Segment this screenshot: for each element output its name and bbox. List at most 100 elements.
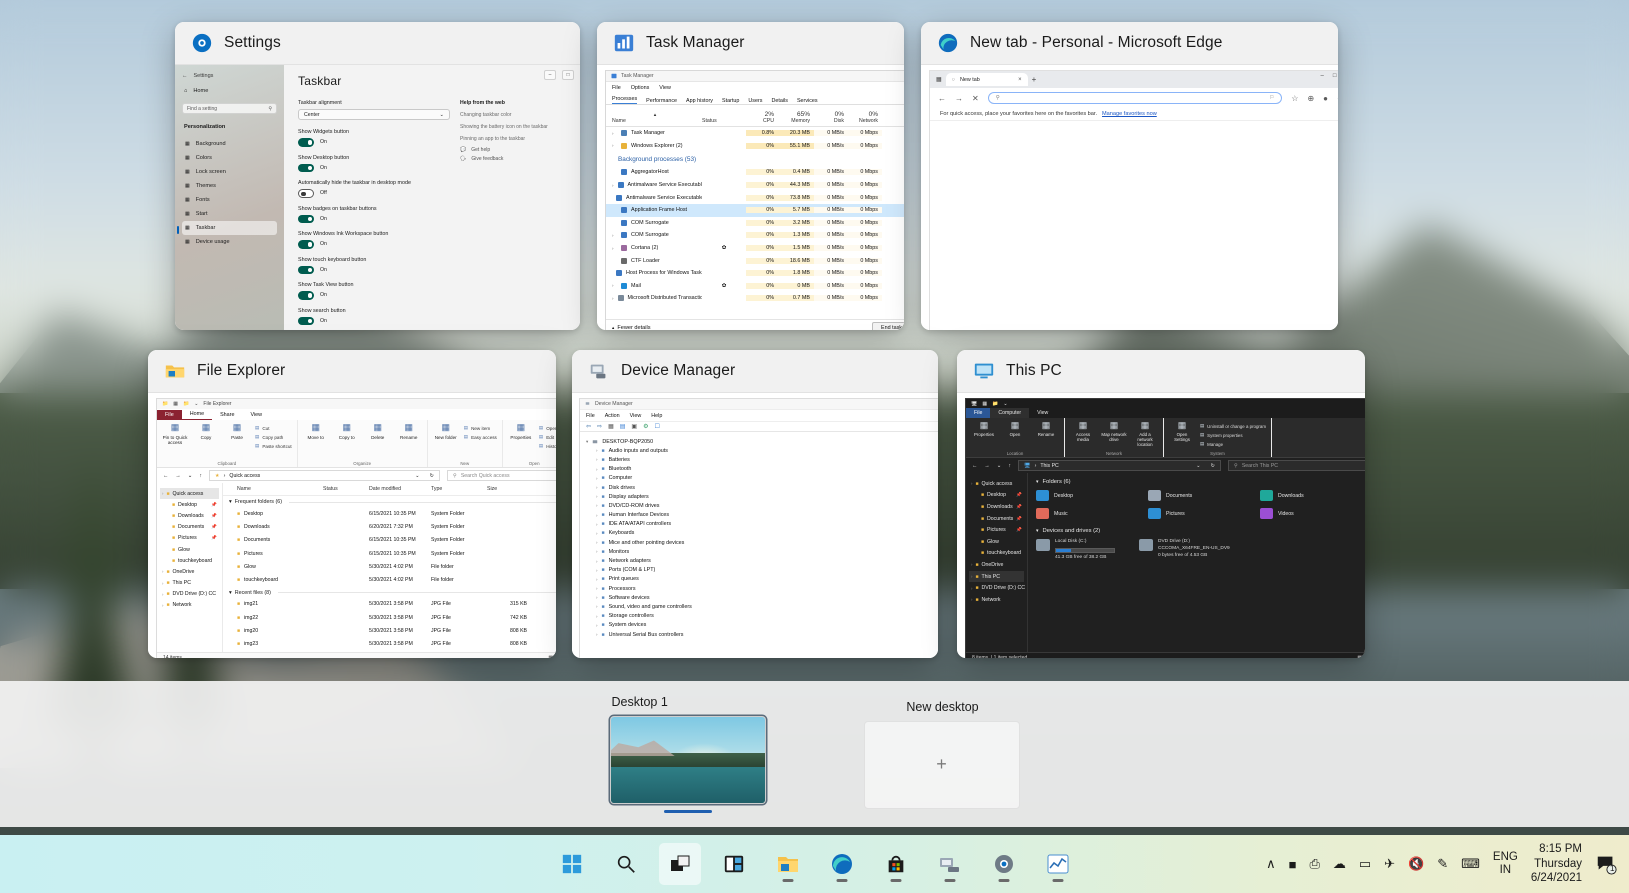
tab-details[interactable]: Details <box>771 98 787 104</box>
help-link[interactable]: Showing the battery icon on the taskbar <box>460 124 568 131</box>
window-card-file-explorer[interactable]: File Explorer 📁 ▦ 📁 ⌄ File Explorer File… <box>148 350 556 658</box>
ribbon-item-copy-path[interactable]: ▤ Copy path <box>255 434 292 440</box>
expand-chevron-icon[interactable]: › <box>596 577 598 582</box>
toggle-switch[interactable]: On <box>298 240 450 249</box>
maximize-button[interactable]: □ <box>562 70 574 80</box>
chevron-down-icon[interactable]: ⌄ <box>1196 463 1200 469</box>
profile-icon[interactable]: ● <box>1323 94 1328 103</box>
table-row[interactable]: ■ img23 5/30/2021 3:58 PM JPG File 808 K… <box>223 638 556 651</box>
device-node-mice-and-other-pointing-devices[interactable]: › ■ Mice and other pointing devices <box>586 538 938 547</box>
ribbon-item-easy-access[interactable]: ▤ Easy access <box>464 434 497 440</box>
sidebar-item-background[interactable]: ▦ Background <box>182 137 277 151</box>
expand-chevron-icon[interactable]: › <box>596 568 598 573</box>
sidebar-item-fonts[interactable]: ▦ Fonts <box>182 193 277 207</box>
expand-chevron-icon[interactable]: › <box>612 296 614 301</box>
table-row[interactable]: CTF Loader 0% 18.6 MB 0 MB/s 0 Mbps <box>606 254 904 267</box>
tree-item-downloads[interactable]: ■ Downloads 📌 <box>160 510 219 521</box>
expand-chevron-icon[interactable]: › <box>162 603 163 608</box>
search-input[interactable]: ⚲ Search Quick access <box>447 470 556 481</box>
ribbon-item-cut[interactable]: ▤ Cut <box>255 425 292 431</box>
table-row[interactable]: ■ Documents 6/15/2021 10:35 PM System Fo… <box>223 534 556 547</box>
desktop-item-1[interactable]: Desktop 1 <box>609 695 766 814</box>
tm-col-network[interactable]: Network <box>848 118 878 124</box>
qat-dropdown-icon[interactable]: ⌄ <box>194 401 198 407</box>
stop-icon[interactable]: ✕ <box>972 94 979 103</box>
tab-app-history[interactable]: App history <box>686 98 713 104</box>
expand-chevron-icon[interactable]: › <box>971 597 972 602</box>
tree-item-documents[interactable]: ■ Documents 📌 <box>160 522 219 533</box>
file-list[interactable]: Name Status Date modified Type Size ▾ Fre… <box>223 483 556 652</box>
expand-chevron-icon[interactable]: › <box>596 448 598 453</box>
expand-chevron-icon[interactable]: › <box>596 586 598 591</box>
menu-help[interactable]: Help <box>651 413 662 419</box>
expand-chevron-icon[interactable]: › <box>596 467 598 472</box>
expand-chevron-icon[interactable]: › <box>162 581 163 586</box>
ribbon-tab-file[interactable]: File <box>157 409 182 420</box>
refresh-icon[interactable]: ↻ <box>1211 463 1215 469</box>
tree-item-quick-access[interactable]: › ■ Quick access <box>160 488 219 500</box>
widgets-button[interactable] <box>713 843 755 885</box>
tree-item-pictures[interactable]: ■ Pictures 📌 <box>969 524 1024 536</box>
tree-item-desktop[interactable]: ■ Desktop 📌 <box>160 499 219 510</box>
table-row[interactable]: › COM Surrogate 0% 1.3 MB 0 MB/s 0 Mbps <box>606 229 904 242</box>
tree-item-glow[interactable]: ■ Glow <box>969 536 1024 548</box>
ribbon-button-add-a-network-location[interactable]: ▦ Add a network location <box>1132 420 1158 447</box>
read-aloud-icon[interactable]: ⚐ <box>1269 95 1274 101</box>
device-node-dvd-cd-rom-drives[interactable]: › ■ DVD/CD-ROM drives <box>586 501 938 510</box>
ribbon-item-edit[interactable]: ▤ Edit <box>539 434 556 440</box>
process-group-header[interactable]: Background processes (53) <box>606 152 904 166</box>
touch-keyboard-icon[interactable]: ⌨ <box>1461 856 1480 872</box>
ribbon-button-open[interactable]: ▦ Open <box>1002 420 1028 438</box>
expand-chevron-icon[interactable]: › <box>971 574 972 579</box>
expand-chevron-icon[interactable]: › <box>162 491 163 496</box>
ribbon-button-open-settings[interactable]: ▦ Open Settings <box>1169 420 1195 443</box>
qat-dropdown-icon[interactable]: ⌄ <box>1003 401 1007 407</box>
address-bar[interactable]: ⚲ ⚐ <box>987 92 1283 104</box>
expand-chevron-icon[interactable]: › <box>612 283 617 288</box>
view-buttons[interactable]: ▦ ☰ <box>1357 655 1365 658</box>
manage-favorites-link[interactable]: Manage favorites now <box>1102 111 1157 117</box>
up-icon[interactable]: ↑ <box>1008 463 1011 469</box>
menu-action[interactable]: Action <box>605 413 620 419</box>
device-tree-root[interactable]: ▾ DESKTOP-BQP2050 <box>586 437 938 446</box>
recent-locations-icon[interactable]: ⌄ <box>997 463 1002 469</box>
expand-chevron-icon[interactable]: › <box>596 522 598 527</box>
expand-chevron-icon[interactable]: › <box>612 246 617 251</box>
get-help-button[interactable]: 💬 Get help <box>460 147 568 153</box>
tree-item-onedrive[interactable]: › ■ OneDrive <box>160 566 219 577</box>
up-icon[interactable]: ↑ <box>199 473 202 479</box>
expand-chevron-icon[interactable]: › <box>596 531 598 536</box>
desktop-item-new[interactable]: New desktop + <box>863 700 1020 809</box>
col-size[interactable]: Size <box>487 486 527 492</box>
sidebar-item-lock-screen[interactable]: ▦ Lock screen <box>182 165 277 179</box>
ribbon-button-copy-to[interactable]: ▦ Copy to <box>334 422 360 440</box>
tm-col-name[interactable]: Name <box>612 118 698 124</box>
expand-chevron-icon[interactable]: › <box>596 494 598 499</box>
tm-col-disk[interactable]: Disk <box>814 118 844 124</box>
show-hidden-icons[interactable]: ∧ <box>1266 856 1276 872</box>
ribbon-tab-home[interactable]: Home <box>181 409 213 420</box>
more-options-icon[interactable]: ⋯ <box>1337 94 1338 103</box>
toggle-switch[interactable]: On <box>298 138 450 147</box>
tree-item-touchkeyboard[interactable]: ■ touchkeyboard <box>160 555 219 566</box>
folder-item-desktop[interactable]: Desktop <box>1036 490 1142 501</box>
forward-icon[interactable]: ⇨ <box>597 423 602 430</box>
browser-tab[interactable]: ○ New tab × <box>945 73 1028 86</box>
navigation-pane[interactable]: › ■ Quick access ■ Desktop 📌 ■ Downloads… <box>966 473 1028 652</box>
expand-chevron-icon[interactable]: › <box>612 233 617 238</box>
window-card-device-manager[interactable]: Device Manager Device Manager File Action… <box>572 350 938 658</box>
ribbon-button-paste[interactable]: ▦ Paste <box>224 422 250 440</box>
device-node-sound-video-and-game-controllers[interactable]: › ■ Sound, video and game controllers <box>586 602 938 611</box>
breadcrumb[interactable]: 🖥 › This PC ⌄ ↻ <box>1018 460 1221 471</box>
sidebar-item-colors[interactable]: ▦ Colors <box>182 151 277 165</box>
maximize-button[interactable]: □ <box>1333 73 1337 79</box>
new-desktop-button[interactable]: + <box>863 720 1020 809</box>
drive-item-dvd-drive-d-[interactable]: DVD Drive (D:) CCCOMA_X64FRE_EN-US_DV9 0… <box>1139 539 1230 562</box>
tm-col-memory[interactable]: Memory <box>778 118 810 124</box>
tm-process-list[interactable]: › Task Manager 0.8% 20.3 MB 0 MB/s 0 Mbp… <box>606 127 904 319</box>
properties-qat-icon[interactable]: ▦ <box>173 401 178 407</box>
ribbon-item-uninstall-or-change-a-program[interactable]: ▤ Uninstall or change a program <box>1200 423 1266 429</box>
device-node-audio-inputs-and-outputs[interactable]: › ■ Audio inputs and outputs <box>586 446 938 455</box>
tab-users[interactable]: Users <box>748 98 762 104</box>
chevron-down-icon[interactable]: ⌄ <box>415 473 419 479</box>
